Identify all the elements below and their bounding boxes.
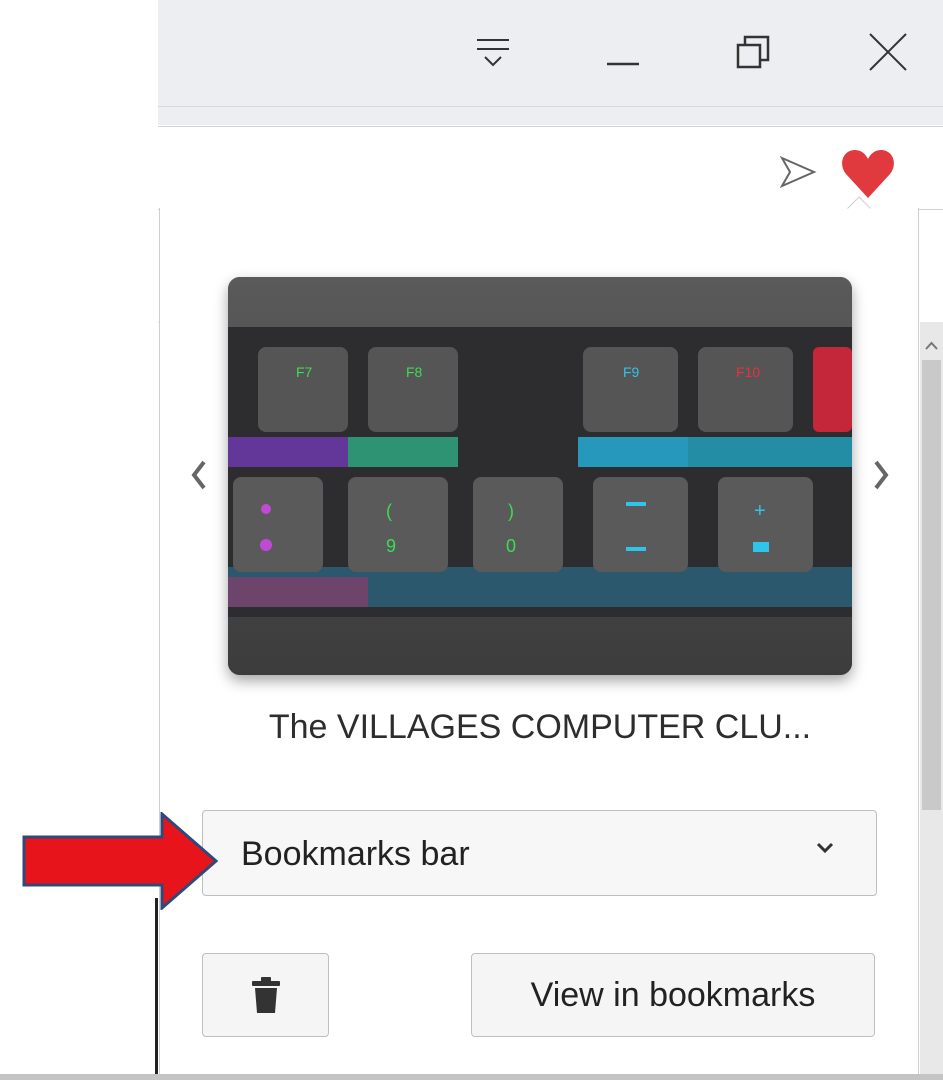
chevron-right-icon	[874, 460, 889, 490]
chevron-left-icon	[191, 460, 206, 490]
minimize-button[interactable]	[588, 22, 658, 82]
svg-text:(: (	[386, 501, 392, 521]
trash-icon	[251, 977, 280, 1013]
bookmark-thumbnail: F7 F8 F9 F10 ( 9 ) 0 +	[228, 277, 852, 675]
delete-bookmark-button[interactable]	[202, 953, 329, 1037]
address-bar[interactable]	[158, 126, 943, 210]
tabs-menu-button[interactable]	[458, 22, 528, 82]
send-page-button[interactable]	[776, 150, 820, 194]
window-bottom-edge	[0, 1074, 943, 1080]
svg-text:+: +	[754, 500, 766, 522]
bookmark-title[interactable]: The VILLAGES COMPUTER CLU...	[228, 708, 852, 747]
folder-dropdown-value: Bookmarks bar	[241, 835, 470, 873]
popup-pointer	[846, 196, 872, 210]
page-edge-line	[155, 898, 158, 1074]
annotation-arrow-icon	[22, 812, 218, 910]
minimize-icon	[607, 62, 639, 66]
svg-text:9: 9	[386, 536, 396, 556]
send-icon	[779, 155, 817, 189]
folder-dropdown[interactable]: Bookmarks bar	[202, 810, 877, 896]
view-in-bookmarks-button[interactable]: View in bookmarks	[471, 953, 875, 1037]
previous-image-button[interactable]	[184, 455, 214, 495]
svg-text:): )	[508, 501, 514, 521]
window-titlebar	[158, 0, 943, 107]
svg-text:F8: F8	[406, 364, 423, 380]
page-scrollbar-thumb[interactable]	[922, 360, 941, 810]
svg-text:F10: F10	[736, 364, 760, 380]
titlebar-gap	[158, 107, 943, 125]
restore-button[interactable]	[718, 22, 788, 82]
close-icon	[869, 33, 907, 71]
close-button[interactable]	[853, 22, 923, 82]
svg-text:F7: F7	[296, 364, 313, 380]
next-image-button[interactable]	[866, 455, 896, 495]
svg-text:0: 0	[506, 536, 516, 556]
scroll-up-icon[interactable]	[922, 336, 941, 356]
svg-text:F9: F9	[623, 364, 640, 380]
restore-icon	[736, 35, 770, 69]
keyboard-image: F7 F8 F9 F10 ( 9 ) 0 +	[228, 277, 852, 675]
tabs-menu-icon	[477, 39, 509, 67]
chevron-down-icon	[814, 839, 836, 862]
